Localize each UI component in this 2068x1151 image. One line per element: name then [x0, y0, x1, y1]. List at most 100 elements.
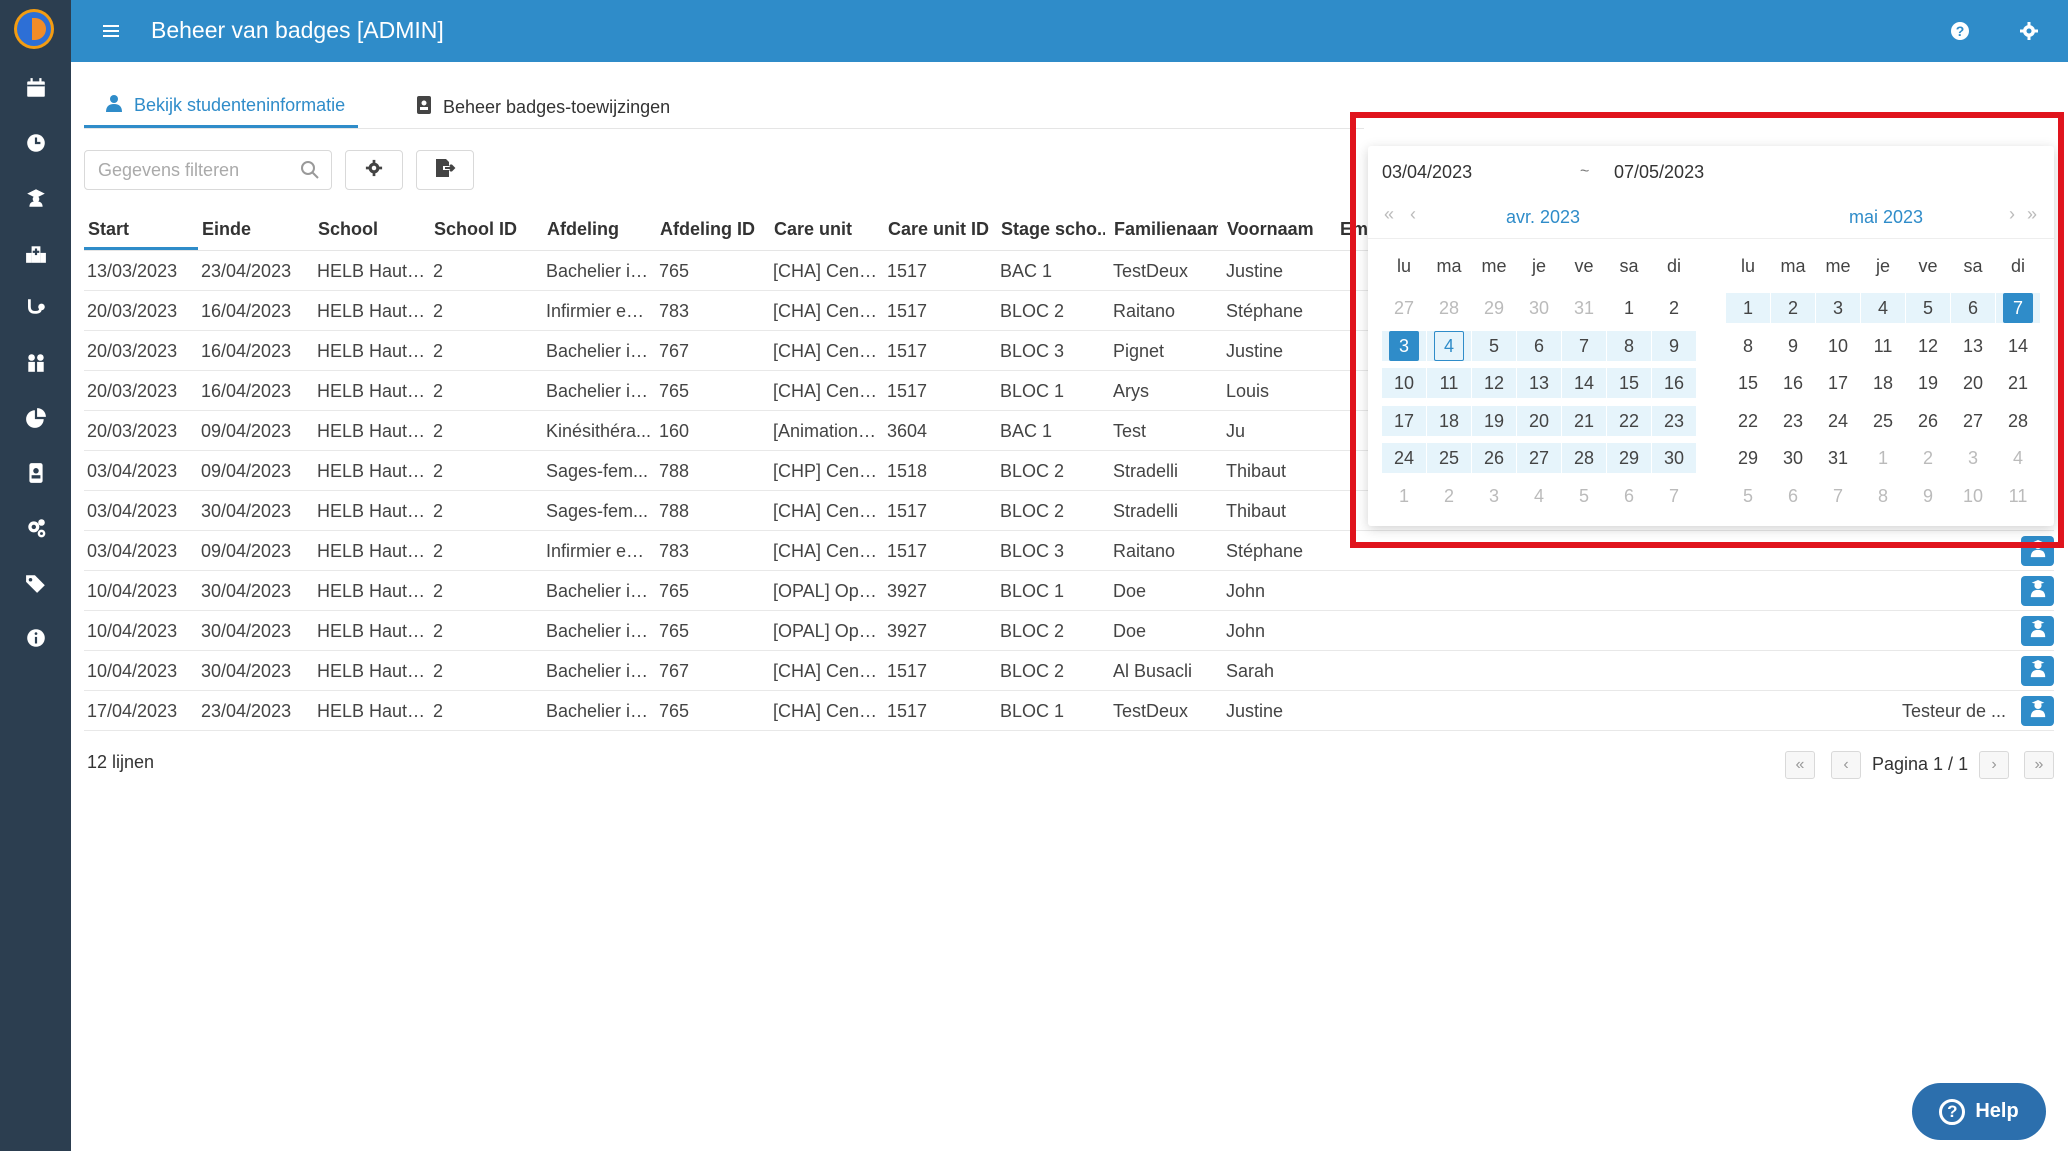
column-header-8[interactable]: Stage scho...	[997, 216, 1105, 250]
row-count: 12 lijnen	[87, 752, 155, 772]
sidebar-item-people[interactable]	[0, 345, 71, 385]
last-page-button[interactable]: »	[2024, 751, 2054, 779]
table-cell: BLOC 2	[1000, 301, 1065, 321]
sidebar-item-pie-chart[interactable]	[0, 400, 71, 440]
sidebar-item-info[interactable]	[0, 620, 71, 660]
pie-chart-icon	[25, 407, 47, 434]
prev-page-button[interactable]: ‹	[1831, 751, 1861, 779]
table-cell: [CHA] Centr...	[773, 661, 881, 681]
column-header-4[interactable]: Afdeling	[543, 216, 651, 250]
sidebar-item-graduate[interactable]	[0, 180, 71, 220]
column-header-2[interactable]: School	[314, 216, 426, 250]
table-cell: Infirmier en ...	[546, 541, 654, 561]
table-cell: John	[1226, 581, 1266, 601]
row-action-button[interactable]	[2021, 696, 2054, 726]
table-cell: BLOC 3	[1000, 341, 1065, 361]
table-cell: 30/04/2023	[201, 661, 292, 681]
top-bar: Beheer van badges [ADMIN] ?	[71, 0, 2068, 62]
column-header-3[interactable]: School ID	[430, 216, 538, 250]
table-row[interactable]: 17/04/2023 23/04/2023 HELB Haute... 2 Bachel…	[84, 691, 2054, 731]
hamburger-menu-icon[interactable]	[99, 19, 123, 43]
table-cell: HELB Haute...	[317, 621, 429, 641]
table-cell: Stradelli	[1113, 461, 1179, 481]
table-cell: HELB Haute...	[317, 381, 429, 401]
sidebar-item-clock[interactable]	[0, 125, 71, 165]
tab-label: Beheer badges-toewijzingen	[443, 96, 671, 117]
table-cell: 3604	[887, 421, 928, 441]
sidebar-item-hospital[interactable]	[0, 236, 71, 276]
table-cell: 1517	[887, 261, 928, 281]
table-cell: Bachelier in...	[546, 701, 654, 721]
highlight-box	[1350, 112, 2064, 548]
table-cell: 16/04/2023	[201, 341, 292, 361]
table-row[interactable]: 10/04/2023 30/04/2023 HELB Haute... 2 Bachel…	[84, 651, 2054, 691]
column-header-6[interactable]: Care unit	[770, 216, 878, 250]
table-cell: 1517	[887, 381, 928, 401]
tab-badge-assignments[interactable]: Beheer badges-toewijzingen	[395, 86, 685, 128]
column-header-5[interactable]: Afdeling ID	[656, 216, 764, 250]
table-cell: 1517	[887, 301, 928, 321]
table-cell: Bachelier in...	[546, 381, 654, 401]
table-cell: 20/03/2023	[87, 421, 178, 441]
table-cell: 17/04/2023	[87, 701, 178, 721]
row-action-button[interactable]	[2021, 576, 2054, 606]
table-cell: [Animation] ...	[773, 421, 881, 441]
tab-student-info[interactable]: Bekijk studenteninformatie	[84, 86, 358, 128]
first-page-button[interactable]: «	[1785, 751, 1815, 779]
sidebar-item-tags[interactable]	[0, 565, 71, 605]
table-row[interactable]: 10/04/2023 30/04/2023 HELB Haute... 2 Bachel…	[84, 611, 2054, 651]
table-cell: Arys	[1113, 381, 1149, 401]
table-cell: 13/03/2023	[87, 261, 178, 281]
app-logo[interactable]	[14, 9, 54, 49]
table-cell: BLOC 3	[1000, 541, 1065, 561]
filter-input[interactable]	[84, 150, 332, 190]
table-cell: [CHA] Centr...	[773, 261, 881, 281]
sidebar-item-badge[interactable]	[0, 455, 71, 495]
row-action-button[interactable]	[2021, 616, 2054, 646]
column-header-1[interactable]: Einde	[198, 216, 308, 250]
hospital-icon	[25, 243, 47, 270]
sidebar-item-calendar[interactable]	[0, 70, 71, 110]
table-cell: 765	[659, 621, 690, 641]
gear-icon[interactable]	[2017, 19, 2041, 43]
export-button[interactable]	[416, 150, 474, 190]
table-cell: HELB Haute...	[317, 501, 429, 521]
table-cell: Doe	[1113, 581, 1147, 601]
help-button[interactable]: ? Help	[1912, 1083, 2046, 1140]
table-cell: Sages-fem...	[546, 461, 649, 481]
column-header-7[interactable]: Care unit ID	[884, 216, 992, 250]
table-row[interactable]: 10/04/2023 30/04/2023 HELB Haute... 2 Bachel…	[84, 571, 2054, 611]
row-action-button[interactable]	[2021, 656, 2054, 686]
table-cell: 2	[433, 341, 444, 361]
table-cell: Bachelier in...	[546, 581, 654, 601]
question-icon: ?	[1939, 1098, 1966, 1125]
table-cell: BAC 1	[1000, 261, 1053, 281]
table-cell: 2	[433, 421, 444, 441]
column-settings-button[interactable]	[345, 150, 403, 190]
table-cell: [CHA] Centr...	[773, 541, 881, 561]
table-cell: HELB Haute...	[317, 461, 429, 481]
table-cell: 2	[433, 701, 444, 721]
table-cell: HELB Haute...	[317, 581, 429, 601]
column-header-9[interactable]: Familienaam	[1110, 216, 1218, 250]
table-cell: 23/04/2023	[201, 701, 292, 721]
column-header-0[interactable]: Start	[84, 216, 198, 250]
table-cell: 767	[659, 341, 690, 361]
next-page-button[interactable]: ›	[1979, 751, 2009, 779]
sidebar-item-gears[interactable]	[0, 510, 71, 550]
sidebar-item-stethoscope[interactable]	[0, 290, 71, 330]
table-cell: BLOC 2	[1000, 661, 1065, 681]
table-cell: Bachelier in...	[546, 661, 654, 681]
gear-icon	[365, 159, 383, 182]
table-cell: Raitano	[1113, 301, 1176, 321]
table-cell: 20/03/2023	[87, 381, 178, 401]
table-cell: Bachelier in...	[546, 341, 654, 361]
svg-text:?: ?	[1956, 23, 1965, 39]
user-icon	[106, 94, 122, 117]
table-cell: Sages-fem...	[546, 501, 649, 521]
column-header-10[interactable]: Voornaam	[1223, 216, 1333, 250]
table-cell: HELB Haute...	[317, 541, 429, 561]
page-indicator: Pagina 1 / 1	[1872, 754, 1969, 774]
tab-divider	[84, 128, 1364, 129]
help-circle-icon[interactable]: ?	[1948, 19, 1972, 43]
